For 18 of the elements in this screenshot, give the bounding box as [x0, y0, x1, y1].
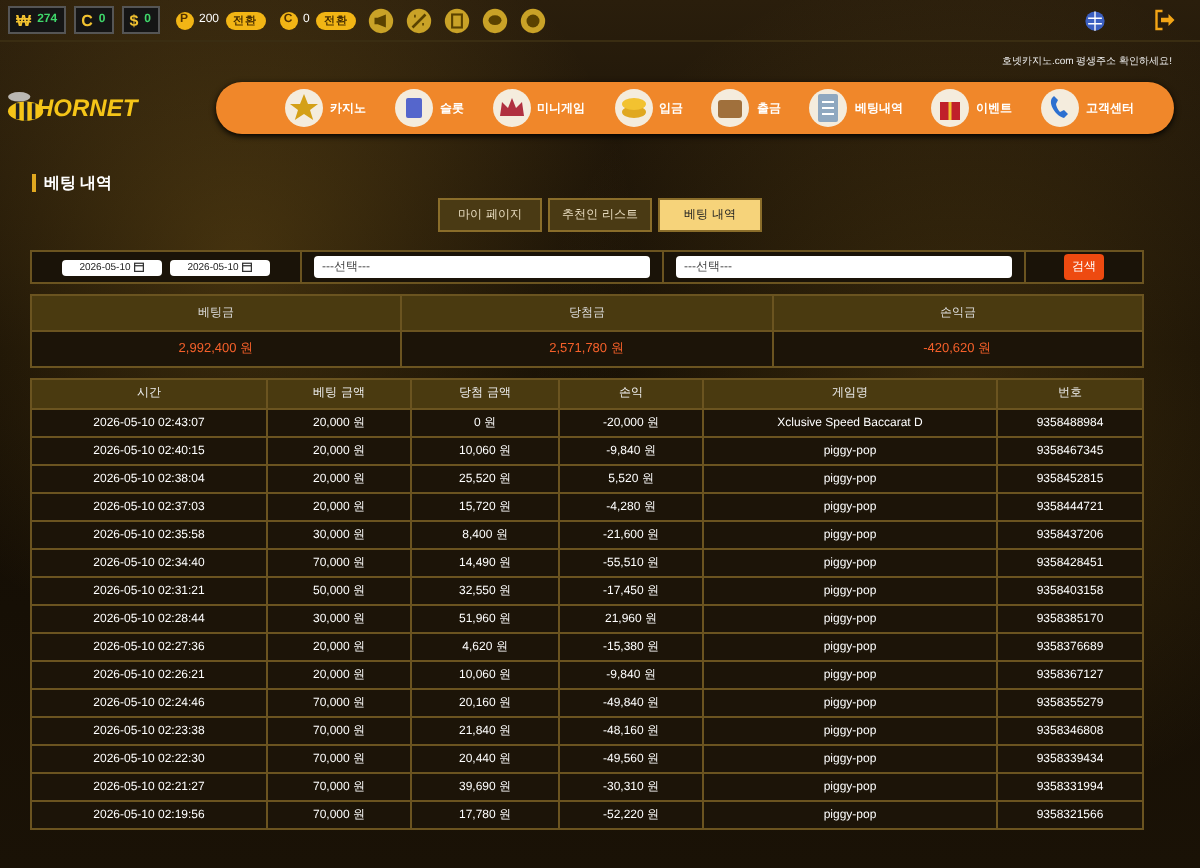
document-icon[interactable]: [443, 7, 470, 33]
calendar-icon: [134, 262, 145, 272]
gift-icon[interactable]: [930, 88, 971, 128]
globe-icon[interactable]: [1084, 9, 1106, 31]
currency-symbol: C: [81, 11, 93, 29]
phone-icon[interactable]: [1040, 88, 1080, 128]
currency-symbol: $: [129, 11, 139, 29]
page-title: 베팅 내역: [32, 174, 113, 192]
megaphone-icon[interactable]: [367, 7, 394, 33]
percent-icon[interactable]: [405, 7, 432, 33]
chat-icon[interactable]: [481, 7, 508, 33]
card-icon[interactable]: [393, 88, 434, 128]
crown-icon[interactable]: [491, 88, 532, 128]
currency-symbol: ₩: [16, 11, 32, 29]
logout-icon[interactable]: [1152, 8, 1176, 32]
clipboard-icon[interactable]: [808, 88, 849, 128]
logo-text[interactable]: HORNET: [36, 94, 138, 122]
calendar-icon: [242, 262, 253, 272]
